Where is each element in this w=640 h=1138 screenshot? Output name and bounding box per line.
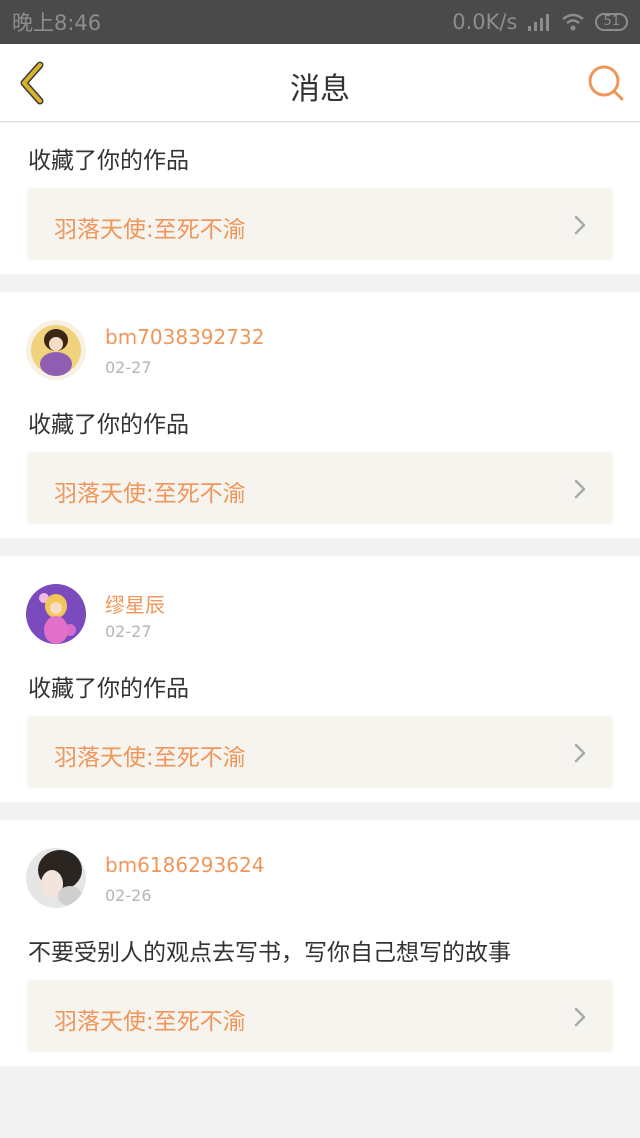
status-indicators: 0.0K/s 51 (452, 10, 628, 34)
avatar[interactable] (26, 848, 86, 908)
battery-icon: 51 (595, 13, 628, 31)
chevron-right-icon (574, 743, 586, 763)
avatar[interactable] (26, 320, 86, 380)
chevron-right-icon (574, 1007, 586, 1027)
message-list[interactable]: bm6506050696 02-27 收藏了你的作品 羽落天使:至死不渝 (0, 123, 640, 1138)
message-date: 02-27 (105, 622, 152, 641)
work-link[interactable]: 羽落天使:至死不渝 (27, 980, 613, 1052)
message-text: 不要受别人的观点去写书，写你自己想写的故事 (28, 940, 511, 966)
message-card: 缪星辰 02-27 收藏了你的作品 羽落天使:至死不渝 (0, 556, 640, 802)
username[interactable]: bm6186293624 (105, 853, 264, 877)
work-title: 羽落天使:至死不渝 (54, 745, 246, 771)
username[interactable]: bm7038392732 (105, 325, 264, 349)
message-text: 收藏了你的作品 (28, 412, 189, 438)
page-title: 消息 (290, 72, 350, 107)
chevron-right-icon (574, 479, 586, 499)
message-date: 02-27 (105, 358, 152, 377)
username[interactable]: 缪星辰 (105, 589, 165, 618)
work-link[interactable]: 羽落天使:至死不渝 (27, 452, 613, 524)
message-card: bm6506050696 02-27 收藏了你的作品 羽落天使:至死不渝 (0, 123, 640, 274)
avatar[interactable] (26, 584, 86, 644)
message-date: 02-26 (105, 886, 152, 905)
work-title: 羽落天使:至死不渝 (54, 1009, 246, 1035)
search-icon[interactable] (586, 63, 626, 103)
message-text: 收藏了你的作品 (28, 148, 189, 174)
work-link[interactable]: 羽落天使:至死不渝 (27, 188, 613, 260)
message-text: 收藏了你的作品 (28, 676, 189, 702)
message-card: bm6186293624 02-26 不要受别人的观点去写书，写你自己想写的故事… (0, 820, 640, 1066)
network-speed: 0.0K/s (452, 10, 518, 34)
status-time: 晚上8:46 (12, 11, 102, 35)
work-title: 羽落天使:至死不渝 (54, 217, 246, 243)
wifi-icon (562, 13, 585, 31)
work-title: 羽落天使:至死不渝 (54, 481, 246, 507)
message-card: bm7038392732 02-27 收藏了你的作品 羽落天使:至死不渝 (0, 292, 640, 538)
signal-icon (528, 14, 550, 31)
status-bar: 晚上8:46 0.0K/s 51 (0, 0, 640, 44)
chevron-right-icon (574, 215, 586, 235)
work-link[interactable]: 羽落天使:至死不渝 (27, 716, 613, 788)
header: 消息 (0, 44, 640, 122)
